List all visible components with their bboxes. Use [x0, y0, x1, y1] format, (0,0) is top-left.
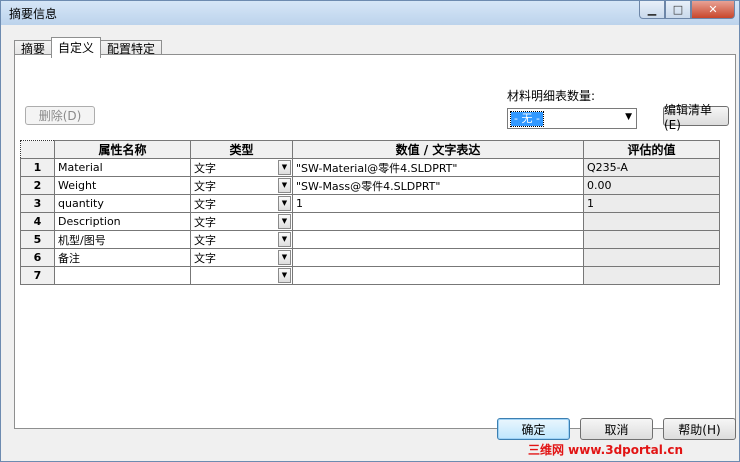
property-value-cell[interactable] — [292, 266, 584, 285]
dropdown-arrow-icon[interactable]: ▼ — [278, 214, 291, 229]
column-header-evaluated[interactable]: 评估的值 — [583, 140, 720, 159]
property-name-cell[interactable]: Material — [54, 158, 191, 177]
property-type-cell[interactable]: 文字 ▼ — [190, 212, 293, 231]
property-type-cell[interactable]: 文字 ▼ — [190, 194, 293, 213]
column-header-name[interactable]: 属性名称 — [54, 140, 191, 159]
property-type-cell[interactable]: 文字 ▼ — [190, 230, 293, 249]
property-name-cell[interactable]: Description — [54, 212, 191, 231]
window-controls: ▁ □ ✕ — [639, 1, 735, 19]
property-name-cell[interactable]: Weight — [54, 176, 191, 195]
dialog-client: 摘要 自定义 配置特定 删除(D) 材料明细表数量: - 无 - ▼ 编辑清单(… — [1, 25, 739, 461]
property-value-cell[interactable]: "SW-Mass@零件4.SLDPRT" — [292, 176, 584, 195]
evaluated-value-cell: Q235-A — [583, 158, 720, 177]
property-type-value: 文字 — [194, 233, 216, 247]
minimize-icon: ▁ — [647, 3, 657, 16]
row-number[interactable]: 6 — [20, 248, 55, 267]
bom-quantity-label: 材料明细表数量: — [507, 89, 596, 103]
maximize-icon: □ — [672, 3, 684, 16]
table-row[interactable]: 5 机型/图号 文字 ▼ — [20, 230, 720, 249]
ok-button[interactable]: 确定 — [497, 418, 570, 440]
property-type-cell[interactable]: ▼ — [190, 266, 293, 285]
edit-list-button[interactable]: 编辑清单(E) — [663, 103, 729, 132]
title-bar[interactable]: 摘要信息 ▁ □ ✕ — [1, 1, 739, 25]
bom-quantity-select[interactable]: - 无 - ▼ — [507, 108, 637, 129]
property-type-cell[interactable]: 文字 ▼ — [190, 176, 293, 195]
evaluated-value-cell — [583, 212, 720, 231]
property-value-cell[interactable]: "SW-Material@零件4.SLDPRT" — [292, 158, 584, 177]
evaluated-value-cell — [583, 248, 720, 267]
maximize-button[interactable]: □ — [665, 1, 691, 19]
table-header-row: 属性名称 类型 数值 / 文字表达 评估的值 — [20, 140, 720, 159]
window-title: 摘要信息 — [9, 7, 58, 21]
row-number[interactable]: 5 — [20, 230, 55, 249]
row-number[interactable]: 2 — [20, 176, 55, 195]
table-row[interactable]: 2 Weight 文字 ▼ "SW-Mass@零件4.SLDPRT" 0.00 — [20, 176, 720, 195]
close-button[interactable]: ✕ — [691, 1, 735, 19]
column-header-type[interactable]: 类型 — [190, 140, 293, 159]
dropdown-arrow-icon[interactable]: ▼ — [278, 160, 291, 175]
evaluated-value-cell — [583, 230, 720, 249]
custom-properties-panel: 删除(D) 材料明细表数量: - 无 - ▼ 编辑清单(E) 属性名称 类型 数… — [14, 54, 736, 429]
property-name-cell[interactable]: 备注 — [54, 248, 191, 267]
property-name-cell[interactable]: 机型/图号 — [54, 230, 191, 249]
table-row[interactable]: 6 备注 文字 ▼ — [20, 248, 720, 267]
row-number[interactable]: 4 — [20, 212, 55, 231]
site-watermark: 三维网 www.3dportal.cn — [528, 443, 684, 457]
property-value-cell[interactable] — [292, 212, 584, 231]
property-value-cell[interactable]: 1 — [292, 194, 584, 213]
row-number[interactable]: 7 — [20, 266, 55, 285]
cancel-button[interactable]: 取消 — [580, 418, 653, 440]
property-type-value: 文字 — [194, 161, 216, 175]
dropdown-arrow-icon[interactable]: ▼ — [278, 232, 291, 247]
table-row[interactable]: 1 Material 文字 ▼ "SW-Material@零件4.SLDPRT" … — [20, 158, 720, 177]
property-type-value: 文字 — [194, 251, 216, 265]
dropdown-arrow-icon[interactable]: ▼ — [278, 196, 291, 211]
property-type-cell[interactable]: 文字 ▼ — [190, 158, 293, 177]
property-value-cell[interactable] — [292, 248, 584, 267]
properties-table: 属性名称 类型 数值 / 文字表达 评估的值 1 Material 文字 ▼ "S… — [20, 140, 720, 285]
help-button[interactable]: 帮助(H) — [663, 418, 736, 440]
dropdown-arrow-icon[interactable]: ▼ — [278, 178, 291, 193]
evaluated-value-cell: 0.00 — [583, 176, 720, 195]
close-icon: ✕ — [708, 3, 718, 16]
property-type-value: 文字 — [194, 197, 216, 211]
table-row[interactable]: 7 ▼ — [20, 266, 720, 285]
evaluated-value-cell — [583, 266, 720, 285]
tab-custom[interactable]: 自定义 — [51, 37, 102, 58]
dropdown-arrow-icon[interactable]: ▼ — [278, 268, 291, 283]
table-row[interactable]: 3 quantity 文字 ▼ 1 1 — [20, 194, 720, 213]
dropdown-arrow-icon[interactable]: ▼ — [278, 250, 291, 265]
property-value-cell[interactable] — [292, 230, 584, 249]
property-name-cell[interactable] — [54, 266, 191, 285]
table-row[interactable]: 4 Description 文字 ▼ — [20, 212, 720, 231]
property-type-value: 文字 — [194, 215, 216, 229]
row-number[interactable]: 1 — [20, 158, 55, 177]
property-name-cell[interactable]: quantity — [54, 194, 191, 213]
bom-quantity-value: - 无 - — [510, 111, 544, 127]
evaluated-value-cell: 1 — [583, 194, 720, 213]
delete-button[interactable]: 删除(D) — [25, 106, 95, 125]
row-number[interactable]: 3 — [20, 194, 55, 213]
table-corner-cell[interactable] — [20, 140, 55, 159]
property-type-value: 文字 — [194, 179, 216, 193]
property-type-cell[interactable]: 文字 ▼ — [190, 248, 293, 267]
minimize-button[interactable]: ▁ — [639, 1, 665, 19]
chevron-down-icon: ▼ — [625, 112, 632, 122]
dialog-window: 摘要信息 ▁ □ ✕ 摘要 自定义 配置特定 删除(D) 材料明细表数量: - … — [0, 0, 740, 462]
column-header-value[interactable]: 数值 / 文字表达 — [292, 140, 584, 159]
